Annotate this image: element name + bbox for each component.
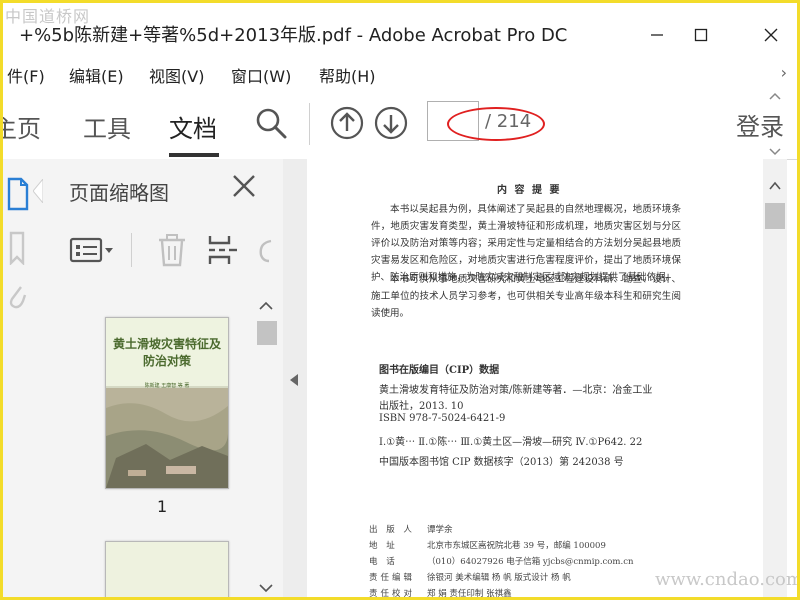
publisher-row: 责任校对郑 娟 责任印制 张祺鑫 — [369, 589, 512, 597]
document-view: 内 容 提 要 本书以吴起县为例，具体阐述了吴起县的自然地理概况，地质环境条件，… — [307, 159, 763, 597]
panel-pointer-icon — [33, 179, 43, 203]
cip-line: 出版社，2013. 10 — [379, 401, 464, 412]
cip-line: ISBN 978-7-5024-6421-9 — [379, 413, 506, 424]
menu-window[interactable]: 窗口(W) — [231, 63, 291, 87]
page-thumbnails-icon[interactable] — [7, 177, 29, 211]
minimize-icon — [651, 34, 663, 36]
cip-line: 黄土滑坡发育特征及防治对策/陈新建等著．—北京：冶金工业 — [379, 385, 653, 396]
collapse-panel-icon[interactable] — [289, 373, 299, 387]
main-toolbar: 主页 工具 文档 / 214 登录 — [3, 89, 797, 160]
close-panel-icon[interactable] — [229, 171, 259, 201]
thumbnail-panel: 页面缩略图 黄土滑坡灾害特征及防治对策 陈新建 王康智 等 著 1 — [33, 159, 284, 599]
minimize-button[interactable] — [637, 17, 677, 53]
thumbnail-options-icon[interactable] — [69, 237, 115, 263]
panel-toolbar — [39, 223, 283, 273]
annotation-ellipse — [447, 107, 545, 141]
summary-paragraph-2: 本书可供从事地质灾害研究和黄土地区工程建设科研、勘查、设计、施工单位的技术人员学… — [371, 274, 681, 319]
thumbnail-page-number: 1 — [157, 497, 168, 516]
delete-page-icon[interactable] — [157, 233, 187, 267]
watermark-bottom: www.cndao.com — [655, 569, 800, 590]
toolbar-scroll-arrows[interactable] — [763, 89, 787, 159]
tab-tools[interactable]: 工具 — [83, 109, 131, 144]
cip-line: Ⅰ.①黄⋯ Ⅱ.①陈⋯ Ⅲ.①黄土区—滑坡—研究 Ⅳ.①P642. 22 — [379, 437, 643, 448]
cip-line: 中国版本图书馆 CIP 数据核字（2013）第 242038 号 — [379, 457, 624, 468]
panel-splitter[interactable] — [283, 159, 308, 597]
publisher-row: 责任编辑 徐银河 美术编辑 杨 帆 版式设计 杨 帆 — [369, 573, 571, 583]
title-bar: 中国道桥网 +%5b陈新建+等著%5d+2013年版.pdf - Adobe A… — [3, 3, 797, 59]
bookmarks-icon[interactable] — [7, 231, 27, 265]
publisher-row: 地 址北京市东城区嵩祝院北巷 39 号，邮编 100009 — [369, 541, 606, 551]
navigation-strip — [3, 159, 40, 597]
maximize-button[interactable] — [681, 17, 721, 53]
menu-bar: 件(F) 编辑(E) 视图(V) 窗口(W) 帮助(H) › — [3, 59, 797, 89]
thumbnail-scrollbar[interactable] — [255, 299, 277, 599]
page-2-preview — [106, 542, 228, 597]
publisher-row: 出 版 人谭学余 — [369, 525, 453, 535]
page-thumbnail-2[interactable] — [105, 541, 229, 597]
tab-home[interactable]: 主页 — [3, 109, 41, 144]
menu-file[interactable]: 件(F) — [7, 63, 45, 87]
app-window: 中国道桥网 +%5b陈新建+等著%5d+2013年版.pdf - Adobe A… — [0, 0, 800, 600]
book-cover-title: 黄土滑坡灾害特征及防治对策 — [112, 337, 221, 368]
menu-help[interactable]: 帮助(H) — [319, 63, 376, 87]
document-scrollbar[interactable] — [763, 159, 787, 597]
close-icon — [764, 28, 778, 42]
menu-overflow-icon[interactable]: › — [781, 63, 787, 82]
document-scrollbar-track — [765, 181, 785, 229]
tab-document[interactable]: 文档 — [169, 109, 217, 144]
cip-heading: 图书在版编目（CIP）数据 — [379, 365, 500, 376]
toolbar-separator — [309, 103, 310, 145]
panel-title: 页面缩略图 — [69, 181, 169, 205]
previous-page-icon[interactable] — [329, 105, 365, 141]
active-tab-indicator — [169, 153, 219, 157]
search-icon[interactable] — [253, 105, 289, 141]
book-cover-authors: 陈新建 王康智 等 著 — [144, 383, 190, 389]
close-button[interactable] — [751, 17, 791, 53]
menu-edit[interactable]: 编辑(E) — [69, 63, 124, 87]
publisher-row: 电 话（010）64027926 电子信箱 yjcbs@cnmip.com.cn — [369, 557, 634, 567]
menu-view[interactable]: 视图(V) — [149, 63, 204, 87]
panel-separator — [131, 233, 132, 267]
maximize-icon — [694, 28, 708, 42]
rotate-page-icon[interactable] — [255, 233, 275, 267]
attachment-icon[interactable] — [7, 283, 27, 313]
extract-page-icon[interactable] — [207, 233, 239, 267]
next-page-icon[interactable] — [373, 105, 409, 141]
page-thumbnail-1[interactable]: 黄土滑坡灾害特征及防治对策 陈新建 王康智 等 著 — [105, 317, 229, 489]
summary-title: 内 容 提 要 — [497, 185, 562, 196]
window-title: +%5b陈新建+等著%5d+2013年版.pdf - Adobe Acrobat… — [19, 25, 568, 46]
